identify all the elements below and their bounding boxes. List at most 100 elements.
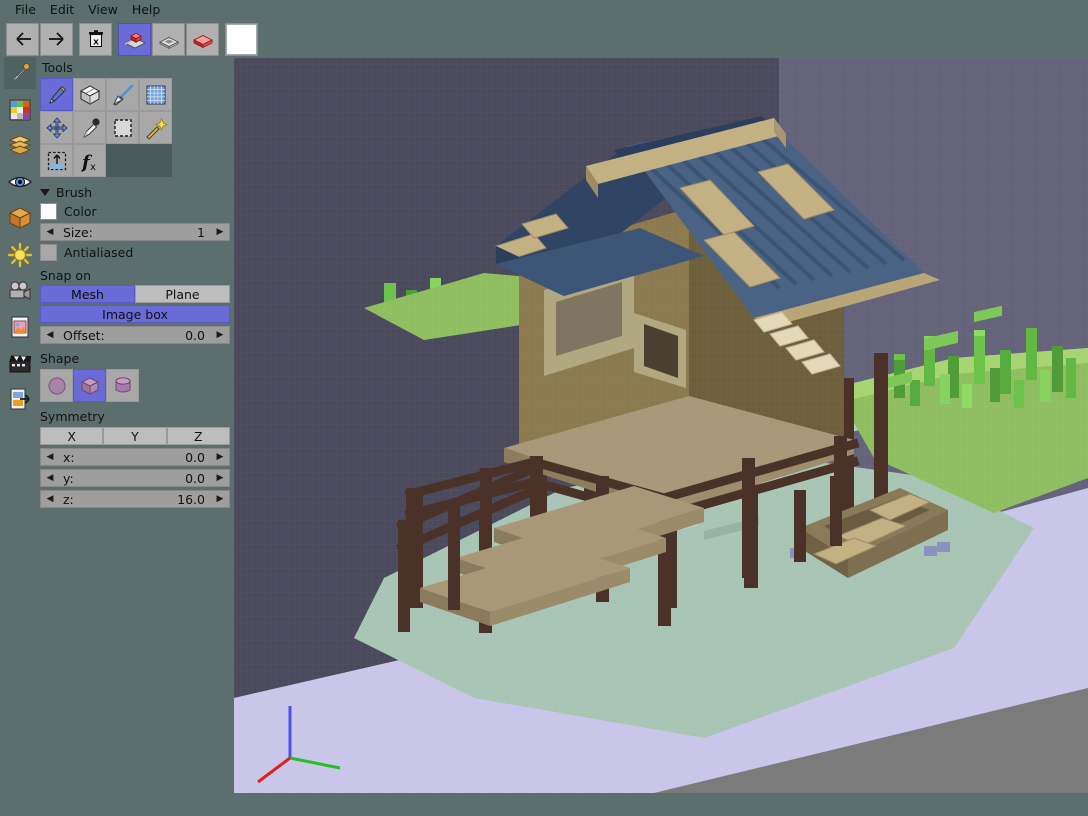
rail-item-image[interactable] [4, 311, 36, 343]
subtract-mode-button[interactable] [152, 23, 185, 56]
tool-procedural[interactable]: f x [73, 144, 106, 177]
camera-icon [7, 278, 33, 304]
symmetry-y-label: y: [59, 471, 185, 486]
snap-offset-stepper[interactable]: ◀ Offset: 0.0 ▶ [40, 326, 230, 344]
clear-button[interactable]: x [79, 23, 112, 56]
plane-grid-icon [144, 83, 168, 107]
tool-shape[interactable] [73, 78, 106, 111]
rail-item-render[interactable] [4, 202, 36, 234]
snap-mesh-button[interactable]: Mesh [40, 285, 135, 303]
brush-size-value: 1 [197, 225, 211, 240]
antialiased-checkbox[interactable] [40, 244, 57, 261]
rail-item-export[interactable] [4, 383, 36, 415]
rail-item-light[interactable] [4, 239, 36, 271]
symmetry-toggle-x[interactable]: X [40, 427, 103, 445]
right-arrow-icon[interactable]: ▶ [211, 494, 229, 504]
pencil-icon [45, 83, 69, 107]
tool-brush[interactable] [40, 78, 73, 111]
left-icon-rail [0, 56, 40, 816]
tool-fuzzy-select[interactable] [139, 111, 172, 144]
rail-item-clapper[interactable] [4, 347, 36, 379]
palette-icon [7, 97, 33, 123]
rail-item-view[interactable] [4, 166, 36, 198]
voxel-editor-window: File Edit View Help x [0, 0, 1088, 816]
tool-extrude[interactable] [40, 144, 73, 177]
undo-button[interactable] [6, 23, 39, 56]
voxel-scene [234, 58, 1088, 793]
left-arrow-icon[interactable]: ◀ [41, 473, 59, 483]
tools-panel-title: Tools [40, 56, 234, 78]
move-icon [45, 116, 69, 140]
3d-viewport[interactable] [234, 58, 1088, 793]
layers-icon [7, 133, 33, 159]
rail-item-palette[interactable] [4, 94, 36, 126]
brush-size-label: Size: [59, 225, 197, 240]
snap-offset-value: 0.0 [185, 328, 211, 343]
left-arrow-icon[interactable]: ◀ [41, 452, 59, 462]
magic-wand-icon [144, 116, 168, 140]
laser-icon [111, 83, 135, 107]
tool-panel: Tools [40, 56, 234, 816]
eyedropper-icon [78, 116, 102, 140]
menu-view[interactable]: View [81, 0, 125, 20]
brush-color-row[interactable]: Color [40, 203, 234, 220]
snap-offset-label: Offset: [59, 328, 185, 343]
symmetry-x-stepper[interactable]: ◀ x: 0.0 ▶ [40, 448, 230, 466]
symmetry-y-stepper[interactable]: ◀ y: 0.0 ▶ [40, 469, 230, 487]
snap-plane-button[interactable]: Plane [135, 285, 230, 303]
menu-edit[interactable]: Edit [43, 0, 81, 20]
tool-pick-color[interactable] [73, 111, 106, 144]
brush-size-stepper[interactable]: ◀ Size: 1 ▶ [40, 223, 230, 241]
right-arrow-icon[interactable]: ▶ [211, 330, 229, 340]
brush-color-label: Color [64, 204, 97, 219]
symmetry-z-value: 16.0 [177, 492, 211, 507]
brush-section-header[interactable]: Brush [40, 185, 234, 200]
menu-help[interactable]: Help [125, 0, 168, 20]
paint-mode-button[interactable] [186, 23, 219, 56]
subtract-voxel-icon [156, 28, 182, 50]
cube-shape-icon [78, 374, 102, 398]
symmetry-x-value: 0.0 [185, 450, 211, 465]
shape-cube[interactable] [73, 369, 106, 402]
tool-plane[interactable] [139, 78, 172, 111]
add-mode-button[interactable] [118, 23, 151, 56]
shape-sphere[interactable] [40, 369, 73, 402]
shape-cylinder[interactable] [106, 369, 139, 402]
snap-image-box-button[interactable]: Image box [40, 305, 230, 323]
rail-item-cameras[interactable] [4, 275, 36, 307]
rail-item-layers[interactable] [4, 130, 36, 162]
symmetry-x-label: x: [59, 450, 185, 465]
paint-voxel-icon [190, 28, 216, 50]
menu-file[interactable]: File [8, 0, 43, 20]
redo-button[interactable] [40, 23, 73, 56]
right-arrow-icon[interactable]: ▶ [211, 473, 229, 483]
color-swatch-button[interactable] [225, 23, 258, 56]
left-arrow-icon[interactable]: ◀ [41, 330, 59, 340]
snap-on-label: Snap on [40, 268, 234, 283]
tool-laser[interactable] [106, 78, 139, 111]
left-arrow-icon[interactable]: ◀ [41, 494, 59, 504]
rail-item-tools[interactable] [4, 57, 36, 89]
tool-move[interactable] [40, 111, 73, 144]
brush-section-label: Brush [56, 185, 92, 200]
symmetry-toggle-z[interactable]: Z [167, 427, 230, 445]
right-arrow-icon[interactable]: ▶ [211, 452, 229, 462]
shape-selector [40, 369, 234, 402]
image-icon [7, 314, 33, 340]
symmetry-table: X Y Z ◀ x: 0.0 ▶ ◀ y: 0.0 ▶ ◀ z: 16.0 ▶ [40, 427, 230, 508]
brush-color-swatch[interactable] [40, 203, 57, 220]
antialiased-row[interactable]: Antialiased [40, 244, 234, 261]
symmetry-toggle-y[interactable]: Y [103, 427, 166, 445]
brush-tools-icon [7, 60, 33, 86]
extrude-icon [45, 149, 69, 173]
tool-empty-1 [106, 144, 139, 177]
selection-icon [111, 116, 135, 140]
symmetry-z-stepper[interactable]: ◀ z: 16.0 ▶ [40, 490, 230, 508]
eye-view-icon [7, 169, 33, 195]
top-toolbar: x [6, 22, 258, 56]
left-arrow-icon[interactable]: ◀ [41, 227, 59, 237]
right-arrow-icon[interactable]: ▶ [211, 227, 229, 237]
symmetry-section-label: Symmetry [40, 409, 234, 424]
tool-selection[interactable] [106, 111, 139, 144]
antialiased-label: Antialiased [64, 245, 133, 260]
